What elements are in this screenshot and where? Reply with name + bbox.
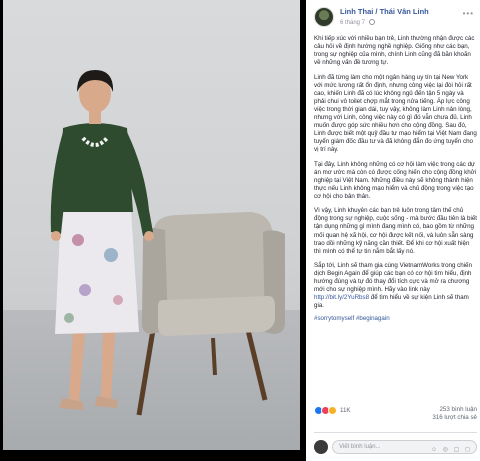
post-panel: Linh Thai / Thái Vân Linh 6 tháng 7 ••• … xyxy=(306,0,480,461)
post-paragraph-2: Linh đã từng làm cho một ngân hàng uy tí… xyxy=(314,73,477,154)
comment-composer: Viết bình luận... ☺ ◎ ▢ ◻ xyxy=(314,439,477,455)
comments-count[interactable]: 253 bình luận xyxy=(432,406,477,414)
photo-illustration xyxy=(50,70,285,416)
paragraph-5-text: Sắp tới, Linh sẽ tham gia cùng VietnamWo… xyxy=(314,262,472,294)
divider xyxy=(314,432,477,433)
engagement-counts: 253 bình luận 316 lượt chia sẻ xyxy=(432,406,477,422)
haha-reaction-icon[interactable] xyxy=(328,406,337,415)
comment-placeholder: Viết bình luận... xyxy=(339,444,381,450)
post-paragraph-3: Tại đây, Linh không những có cơ hội làm … xyxy=(314,160,477,200)
post-paragraph-1: Khi tiếp xúc với nhiều bạn trẻ, Linh thư… xyxy=(314,35,475,67)
author-name[interactable]: Linh Thai / Thái Vân Linh xyxy=(340,7,429,16)
armchair xyxy=(136,212,285,416)
photo-scene xyxy=(3,0,300,450)
author-avatar[interactable] xyxy=(314,7,334,27)
post-body: Khi tiếp xúc với nhiều bạn trẻ, Linh thư… xyxy=(314,35,477,330)
campaign-link[interactable]: http://bit.ly/2YuRbs8 xyxy=(314,294,369,301)
post-paragraph-5: Sắp tới, Linh sẽ tham gia cùng VietnamWo… xyxy=(314,262,477,310)
more-options-icon[interactable]: ••• xyxy=(463,9,474,18)
post-meta: 6 tháng 7 xyxy=(340,19,375,26)
post-photo[interactable] xyxy=(0,0,303,461)
reaction-count[interactable]: 11K xyxy=(340,407,351,414)
comment-input[interactable]: Viết bình luận... ☺ ◎ ▢ ◻ xyxy=(332,440,477,454)
woman-figure xyxy=(50,70,154,410)
reactions-bar: 11K 253 bình luận 316 lượt chia sẻ xyxy=(314,406,477,421)
globe-icon xyxy=(368,19,375,25)
post-time[interactable]: 6 tháng 7 xyxy=(340,20,365,26)
hashtags[interactable]: #sorrytomyself #beginagain xyxy=(314,315,477,323)
post-paragraph-4: Vì vậy, Linh khuyên các bạn trẻ luôn tro… xyxy=(314,207,478,255)
shares-count[interactable]: 316 lượt chia sẻ xyxy=(432,414,477,422)
comment-tools-icon[interactable]: ☺ ◎ ▢ ◻ xyxy=(431,444,472,456)
viewer-avatar xyxy=(314,440,328,454)
post-header: Linh Thai / Thái Vân Linh 6 tháng 7 ••• xyxy=(314,6,474,30)
